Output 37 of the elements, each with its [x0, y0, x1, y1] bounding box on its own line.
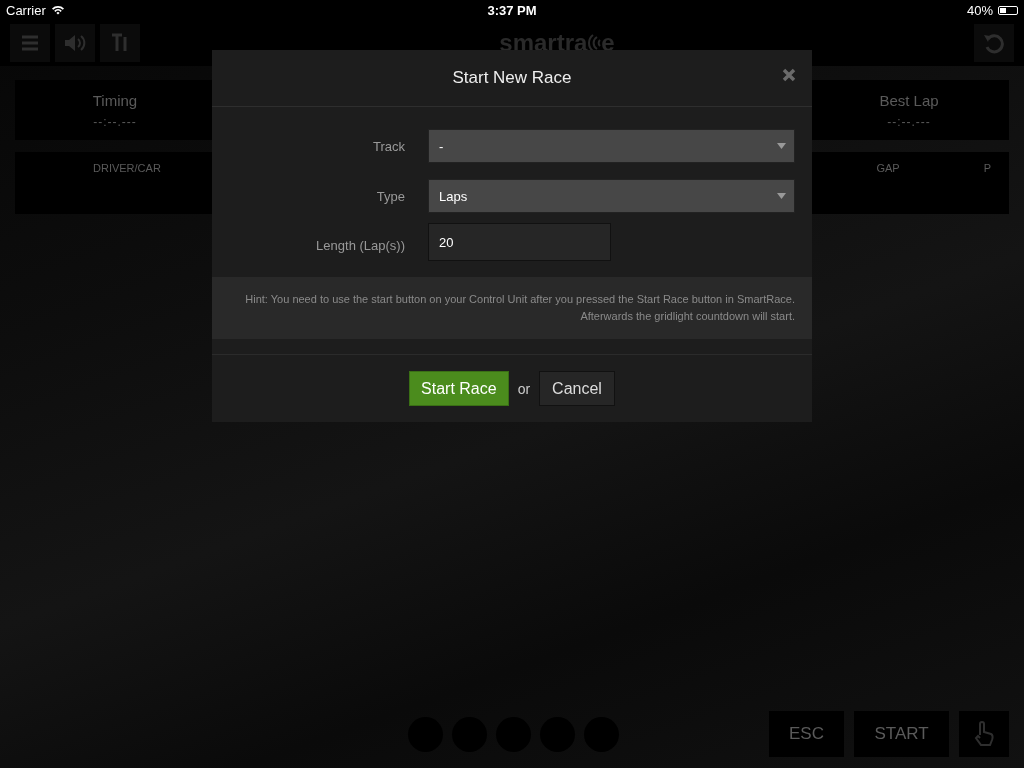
undo-icon: [983, 32, 1005, 54]
speaker-icon: [64, 34, 86, 52]
field-label: Length (Lap(s)): [315, 237, 406, 253]
clock-time: 3:37 PM: [487, 2, 537, 18]
column-header: GAP: [876, 162, 900, 174]
battery-percent: 40%: [966, 2, 993, 18]
caret-icon: [777, 193, 786, 199]
text-size-icon: [111, 33, 129, 53]
dropdown-field[interactable]: -: [428, 129, 795, 163]
panel-value: --:--.---: [887, 114, 931, 129]
start-race-button[interactable]: Start Race: [409, 371, 509, 406]
menu-button[interactable]: [10, 24, 50, 62]
or-label: or: [517, 380, 531, 397]
input-field[interactable]: 20: [428, 223, 611, 261]
hand-button[interactable]: [959, 711, 1009, 757]
column-header: P: [983, 162, 991, 174]
cancel-button[interactable]: Cancel: [539, 371, 615, 406]
panel-title: Best Lap: [879, 91, 939, 109]
panel-value: --:--.---: [93, 114, 137, 129]
battery-icon: [998, 5, 1018, 15]
text-tool-button[interactable]: [100, 24, 140, 62]
speaker-button[interactable]: [55, 24, 95, 62]
hand-icon: [973, 721, 995, 747]
dropdown-field[interactable]: Laps: [428, 179, 795, 213]
field-label: Type: [375, 188, 406, 204]
field-label: Track: [371, 138, 406, 154]
column-header: DRIVER/CAR: [93, 162, 161, 174]
hint-text: Hint: You need to use the start button on your Control Unit after you pressed the Start Race button in SmartRace. Afterwards the gridlight countdown will start.: [244, 292, 795, 324]
caret-icon: [777, 143, 786, 149]
signal-waves-icon: [587, 33, 602, 53]
undo-button[interactable]: [974, 24, 1014, 62]
panel-title: Timing: [92, 91, 138, 109]
wifi-icon: [50, 5, 65, 15]
menu-icon: [21, 35, 39, 51]
dialog-title: Start New Race: [452, 68, 572, 88]
carrier-label: Carrier: [6, 2, 46, 18]
close-button[interactable]: [782, 68, 796, 82]
